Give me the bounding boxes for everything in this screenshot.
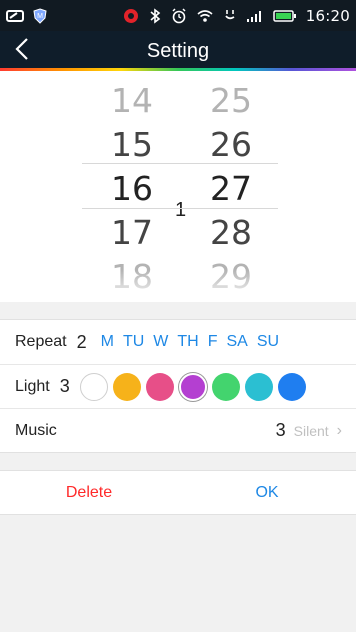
- svg-text:M: M: [37, 13, 43, 20]
- hour-option[interactable]: 18: [100, 255, 164, 299]
- light-label: Light: [15, 377, 50, 395]
- minute-option[interactable]: 28: [199, 211, 263, 255]
- light-row[interactable]: Light 3: [0, 364, 356, 408]
- shield-app-icon: M: [32, 7, 48, 24]
- status-left-icons: M: [6, 7, 48, 24]
- alarm-icon: [171, 7, 187, 24]
- picker-selection-line-top: [82, 163, 278, 164]
- minute-option[interactable]: 26: [199, 123, 263, 167]
- color-purple-swatch-selected[interactable]: [178, 372, 207, 401]
- hour-option[interactable]: 14: [100, 79, 164, 123]
- hour-option[interactable]: 17: [100, 211, 164, 255]
- repeat-row[interactable]: Repeat 2 M TU W TH F SA SU: [0, 320, 356, 364]
- day-monday[interactable]: M: [101, 333, 114, 351]
- repeat-count: 2: [76, 331, 87, 352]
- signal-icon: [246, 9, 264, 23]
- color-green-swatch[interactable]: [211, 372, 240, 401]
- day-wednesday[interactable]: W: [153, 333, 168, 351]
- minute-option[interactable]: 25: [199, 79, 263, 123]
- picker-bottom-fade: [0, 270, 356, 302]
- music-row[interactable]: Music 3 Silent ›: [0, 408, 356, 452]
- music-count: 3: [275, 420, 286, 440]
- action-bar: Delete OK: [0, 470, 356, 515]
- music-app-icon: [123, 8, 139, 24]
- color-yellow-swatch[interactable]: [112, 372, 141, 401]
- time-separator: 1: [175, 199, 187, 221]
- page-title: Setting: [146, 40, 210, 62]
- time-picker[interactable]: 14 15 16 17 18 1 25 26 27 28 29: [0, 71, 356, 302]
- color-pink-swatch[interactable]: [145, 372, 174, 401]
- minute-option[interactable]: 29: [199, 255, 263, 299]
- day-sunday[interactable]: SU: [257, 333, 279, 351]
- battery-icon: [273, 9, 297, 23]
- music-value-group[interactable]: 3 Silent ›: [276, 420, 342, 441]
- ok-button[interactable]: OK: [178, 471, 356, 514]
- music-label: Music: [15, 421, 57, 439]
- status-time: 16:20: [305, 6, 350, 25]
- day-tuesday[interactable]: TU: [123, 333, 144, 351]
- color-white-swatch[interactable]: [79, 372, 108, 401]
- delete-button[interactable]: Delete: [0, 471, 178, 514]
- day-saturday[interactable]: SA: [226, 333, 247, 351]
- wifi-icon: [196, 8, 214, 24]
- hour-column[interactable]: 14 15 16 17 18: [100, 79, 164, 299]
- minute-option-selected[interactable]: 27: [199, 167, 263, 211]
- hour-option-selected[interactable]: 16: [100, 167, 164, 211]
- color-cyan-swatch[interactable]: [244, 372, 273, 401]
- light-count: 3: [59, 376, 70, 396]
- bluetooth-icon: [148, 7, 162, 24]
- status-bar: M 16:20: [0, 0, 356, 31]
- network-icon: [223, 8, 237, 24]
- music-value: Silent: [293, 422, 329, 439]
- day-thursday[interactable]: TH: [177, 333, 198, 351]
- status-right-icons: 16:20: [123, 7, 350, 25]
- chevron-right-icon: ›: [336, 421, 342, 439]
- picker-top-fade: [0, 71, 356, 103]
- tablet-icon: [6, 9, 24, 23]
- light-color-options: [79, 372, 306, 401]
- day-friday[interactable]: F: [208, 333, 218, 351]
- hour-option[interactable]: 15: [100, 123, 164, 167]
- settings-list: Repeat 2 M TU W TH F SA SU Light 3 Music…: [0, 319, 356, 453]
- color-blue-swatch[interactable]: [277, 372, 306, 401]
- app-header: Setting: [0, 31, 356, 70]
- repeat-label: Repeat: [15, 333, 67, 350]
- repeat-days: M TU W TH F SA SU: [101, 333, 279, 351]
- minute-column[interactable]: 25 26 27 28 29: [199, 79, 263, 299]
- picker-selection-line-bottom: [82, 208, 278, 209]
